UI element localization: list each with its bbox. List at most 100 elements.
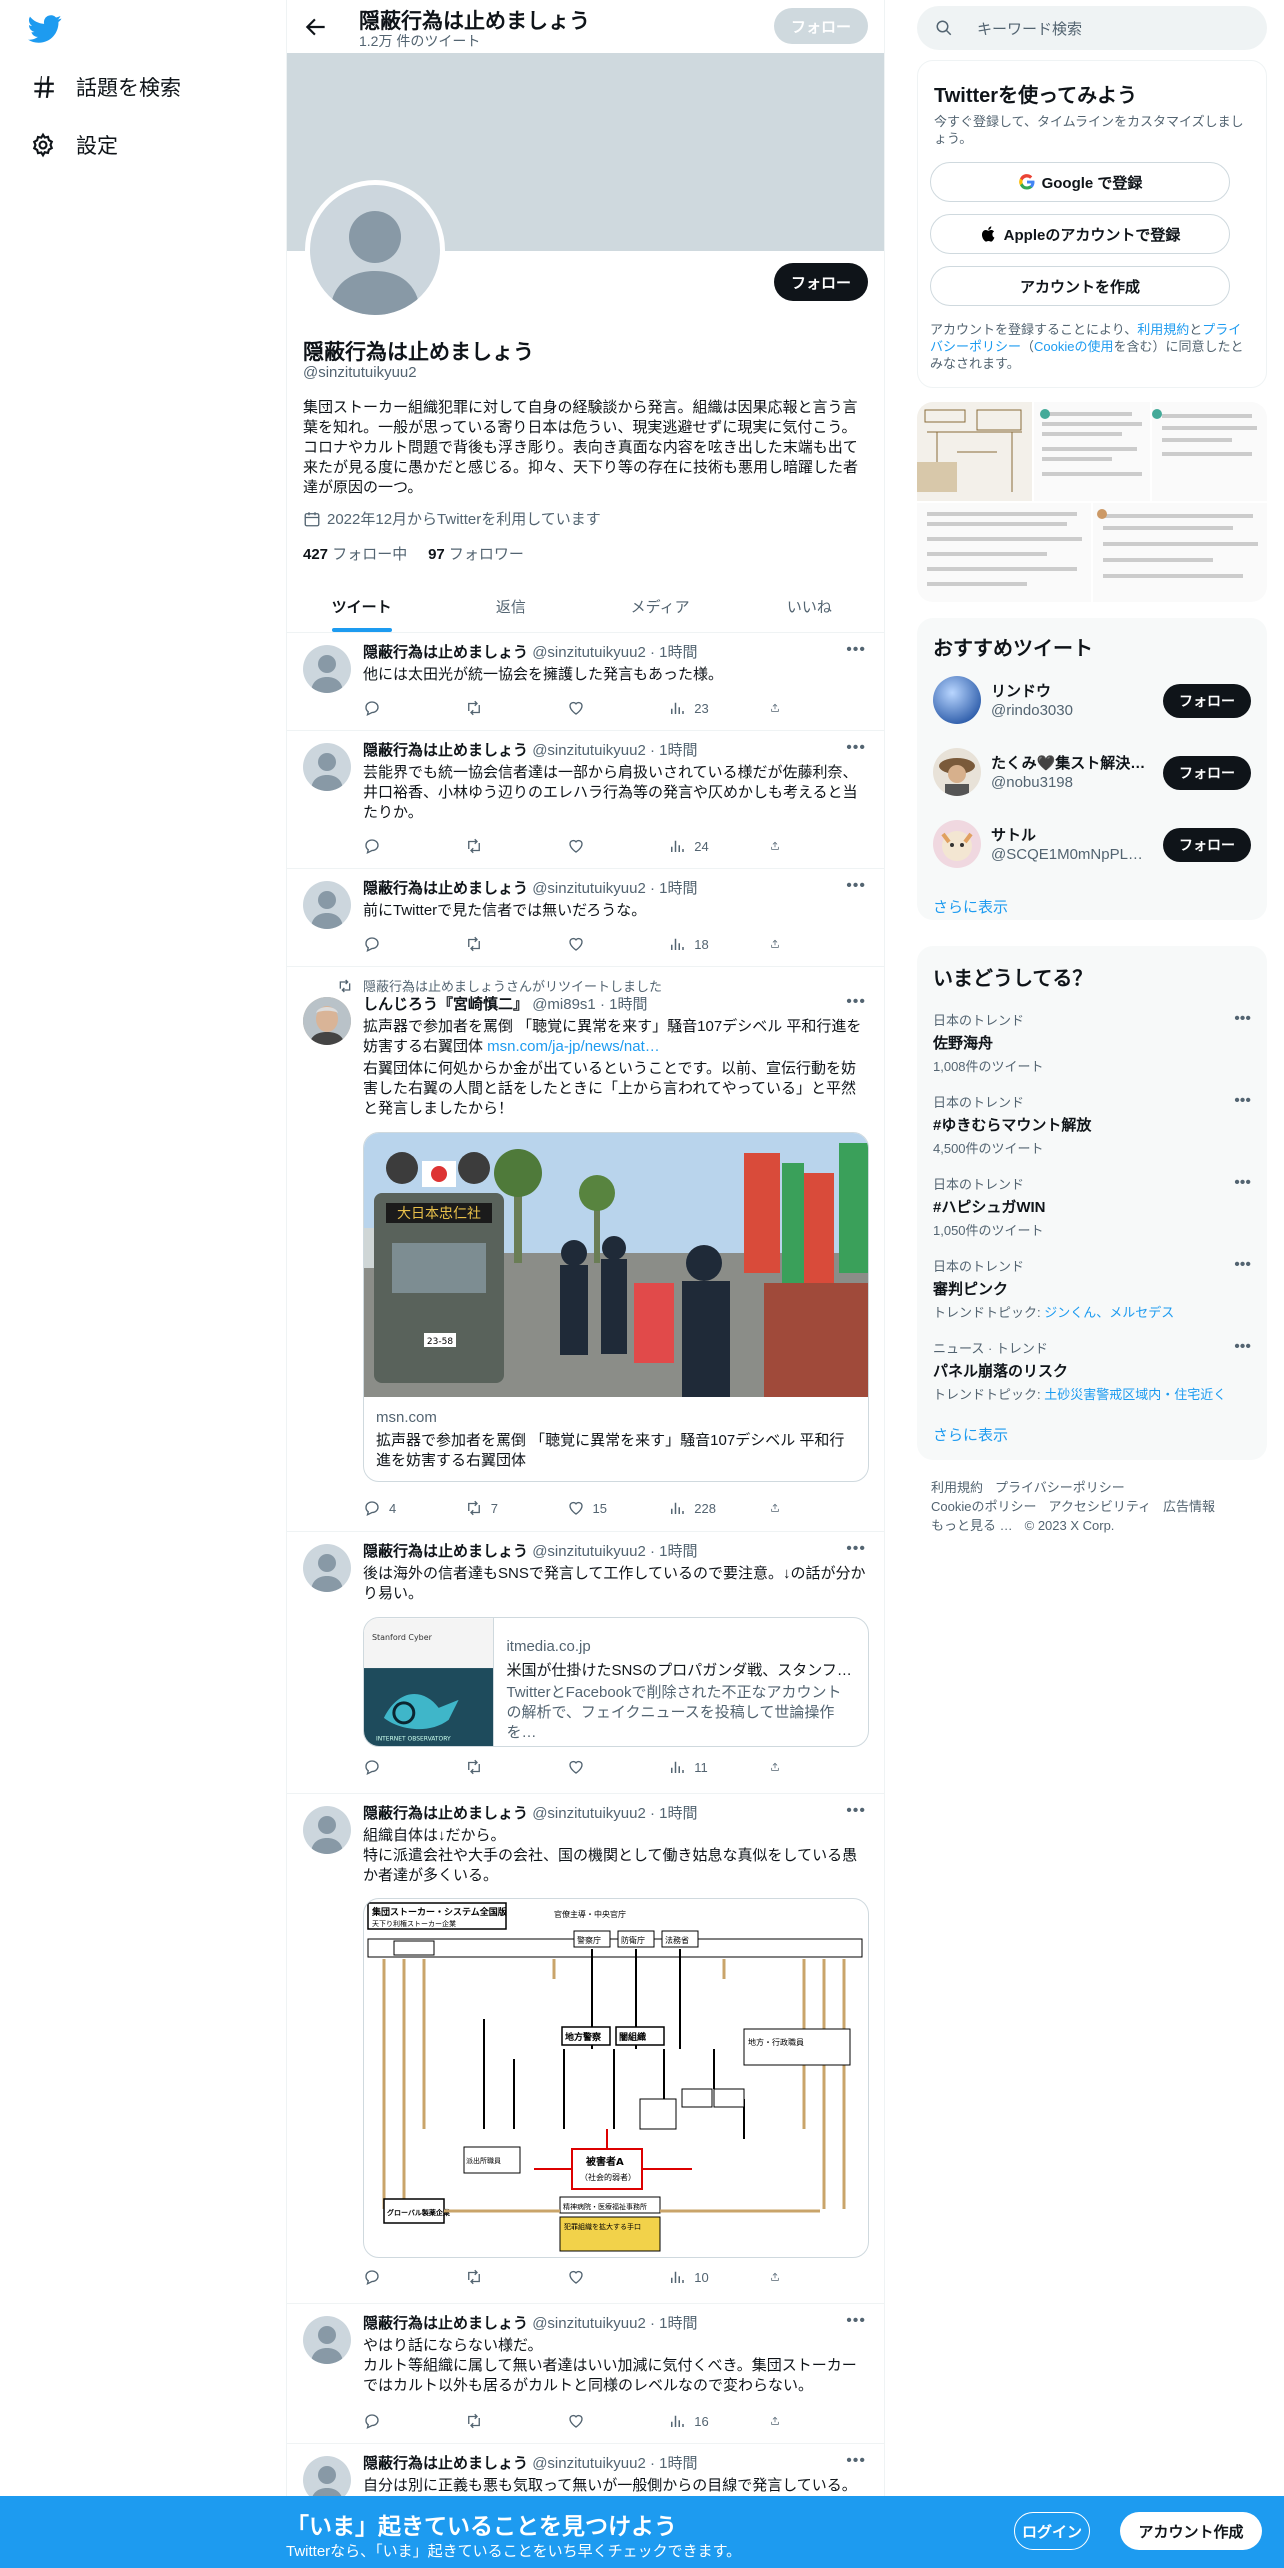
tweet-avatar[interactable]: [303, 1806, 351, 1854]
terms-link[interactable]: 利用規約: [1137, 322, 1189, 337]
trends-show-more[interactable]: さらに表示: [933, 1424, 1008, 1445]
tweet-time[interactable]: 1時間: [609, 996, 647, 1013]
tab-media[interactable]: メディア: [586, 580, 735, 632]
tweet[interactable]: 隠蔽行為は止めましょう @sinzitutuikyuu2 · 1時間 芸能界でも…: [287, 731, 884, 869]
tweet-author-handle[interactable]: @sinzitutuikyuu2: [532, 1543, 646, 1560]
link-card[interactable]: Stanford Cyber INTERNET OBSERVATORY itme…: [363, 1617, 869, 1747]
recommended-user-handle[interactable]: @SCQE1M0mNpPL…: [991, 846, 1151, 863]
like-button[interactable]: [567, 1758, 657, 1776]
recommended-user-handle[interactable]: @nobu3198: [991, 774, 1151, 791]
views-button[interactable]: 16: [668, 2412, 758, 2430]
twitter-logo-icon[interactable]: [28, 12, 62, 46]
tweet-author-name[interactable]: 隠蔽行為は止めましょう: [363, 2455, 528, 2472]
reply-button[interactable]: [363, 2412, 453, 2430]
back-arrow-icon[interactable]: [303, 14, 329, 40]
trend-item[interactable]: 日本のトレンド 佐野海舟 1,008件のツイート •••: [933, 1010, 1251, 1075]
tab-tweets[interactable]: ツイート: [287, 580, 436, 632]
follow-button[interactable]: フォロー: [1163, 828, 1251, 862]
follow-button[interactable]: フォロー: [1163, 684, 1251, 718]
tweet-author-handle[interactable]: @sinzitutuikyuu2: [532, 644, 646, 661]
trend-item[interactable]: 日本のトレンド 審判ピンク トレンドトピック: ジンくん、メルセデス •••: [933, 1256, 1251, 1321]
footer-cookie[interactable]: Cookieのポリシー: [931, 1499, 1036, 1514]
avatar[interactable]: [933, 748, 981, 796]
tweet-author-handle[interactable]: @mi89s1: [532, 996, 596, 1013]
tweet-author-name[interactable]: 隠蔽行為は止めましょう: [363, 742, 528, 759]
more-icon[interactable]: •••: [846, 2452, 866, 2470]
tweet-author-name[interactable]: 隠蔽行為は止めましょう: [363, 880, 528, 897]
more-icon[interactable]: •••: [1234, 1010, 1251, 1028]
cookie-link[interactable]: Cookieの使用: [1034, 339, 1113, 354]
more-icon[interactable]: •••: [1234, 1256, 1251, 1274]
like-button[interactable]: [567, 2412, 657, 2430]
create-account-button[interactable]: アカウントを作成: [930, 266, 1230, 306]
followers-link[interactable]: 97 フォロワー: [428, 546, 524, 563]
tweet-author-handle[interactable]: @sinzitutuikyuu2: [532, 1805, 646, 1822]
share-button[interactable]: [770, 837, 788, 855]
follow-button[interactable]: フォロー: [1163, 756, 1251, 790]
like-button[interactable]: [567, 837, 657, 855]
avatar[interactable]: [933, 820, 981, 868]
views-button[interactable]: 24: [668, 837, 758, 855]
tweet[interactable]: 隠蔽行為は止めましょう @sinzitutuikyuu2 · 1時間 組織自体は…: [287, 1794, 884, 2304]
tweet-time[interactable]: 1時間: [659, 742, 697, 759]
more-icon[interactable]: •••: [846, 993, 866, 1011]
reply-button[interactable]: [363, 935, 453, 953]
recommended-user-name[interactable]: リンドウ: [991, 680, 1151, 701]
footer-more[interactable]: もっと見る …: [931, 1518, 1013, 1533]
tab-replies[interactable]: 返信: [436, 580, 585, 632]
tweet-avatar[interactable]: [303, 881, 351, 929]
like-button[interactable]: [567, 935, 657, 953]
share-button[interactable]: [770, 2268, 788, 2286]
tweet[interactable]: 隠蔽行為は止めましょうさんがリツイートしました しんじろう『宮崎慎二』 @mi8…: [287, 967, 884, 1532]
apple-signup-button[interactable]: Appleのアカウントで登録: [930, 214, 1230, 254]
trend-item[interactable]: ニュース · トレンド パネル崩落のリスク トレンドトピック: 土砂災害警戒区域…: [933, 1338, 1251, 1403]
tweet[interactable]: 隠蔽行為は止めましょう @sinzitutuikyuu2 · 1時間 後は海外の…: [287, 1532, 884, 1794]
tweet-time[interactable]: 1時間: [659, 880, 697, 897]
recommended-user[interactable]: リンドウ @rindo3030 フォロー: [933, 672, 1251, 728]
retweet-button[interactable]: [465, 1758, 555, 1776]
search-input[interactable]: キーワード検索: [977, 18, 1082, 39]
nav-explore[interactable]: 話題を検索: [30, 67, 181, 107]
tweet-avatar[interactable]: [303, 997, 351, 1045]
following-link[interactable]: 427 フォロー中: [303, 546, 407, 563]
tweet-author-name[interactable]: しんじろう『宮崎慎二』: [363, 996, 528, 1013]
tweet-link[interactable]: msn.com/ja-jp/news/nat…: [487, 1038, 660, 1055]
more-icon[interactable]: •••: [846, 2312, 866, 2330]
signup-button[interactable]: アカウント作成: [1120, 2512, 1262, 2550]
more-icon[interactable]: •••: [846, 641, 866, 659]
share-button[interactable]: [770, 1758, 788, 1776]
more-icon[interactable]: •••: [1234, 1338, 1251, 1356]
reply-button[interactable]: [363, 699, 453, 717]
views-button[interactable]: 228: [668, 1499, 758, 1517]
tweet-author-handle[interactable]: @sinzitutuikyuu2: [532, 2315, 646, 2332]
more-icon[interactable]: •••: [846, 739, 866, 757]
recommended-user[interactable]: サトル @SCQE1M0mNpPL… フォロー: [933, 816, 1251, 872]
tweet-avatar[interactable]: [303, 645, 351, 693]
trend-item[interactable]: 日本のトレンド #ハピシュガWIN 1,050件のツイート •••: [933, 1174, 1251, 1239]
login-button[interactable]: ログイン: [1014, 2512, 1090, 2550]
footer-ads[interactable]: 広告情報: [1163, 1499, 1215, 1514]
footer-privacy[interactable]: プライバシーポリシー: [995, 1480, 1125, 1495]
views-button[interactable]: 11: [668, 1758, 758, 1776]
recommended-user-name[interactable]: たくみ🖤集スト解決…: [991, 752, 1151, 773]
more-icon[interactable]: •••: [846, 1540, 866, 1558]
tweet-image[interactable]: 集団ストーカー・システム全国版 天下り利権ストーカー企業 官僚主導・中央官庁 警…: [363, 1898, 869, 2258]
tweet-avatar[interactable]: [303, 1544, 351, 1592]
tweet-time[interactable]: 1時間: [659, 2455, 697, 2472]
tweet-author-name[interactable]: 隠蔽行為は止めましょう: [363, 1543, 528, 1560]
media-grid[interactable]: [917, 402, 1267, 602]
nav-settings[interactable]: 設定: [30, 125, 118, 165]
tweet-avatar[interactable]: [303, 2316, 351, 2364]
tab-likes[interactable]: いいね: [735, 580, 884, 632]
reply-button[interactable]: 4: [363, 1499, 453, 1517]
more-icon[interactable]: •••: [846, 1802, 866, 1820]
header-follow-button[interactable]: フォロー: [774, 8, 868, 44]
more-icon[interactable]: •••: [1234, 1174, 1251, 1192]
views-button[interactable]: 18: [668, 935, 758, 953]
tweet-time[interactable]: 1時間: [659, 1805, 697, 1822]
reply-button[interactable]: [363, 2268, 453, 2286]
like-button[interactable]: [567, 2268, 657, 2286]
share-button[interactable]: [770, 935, 788, 953]
tweet[interactable]: 隠蔽行為は止めましょう @sinzitutuikyuu2 · 1時間 前にTwi…: [287, 869, 884, 967]
tweet-author-name[interactable]: 隠蔽行為は止めましょう: [363, 1805, 528, 1822]
